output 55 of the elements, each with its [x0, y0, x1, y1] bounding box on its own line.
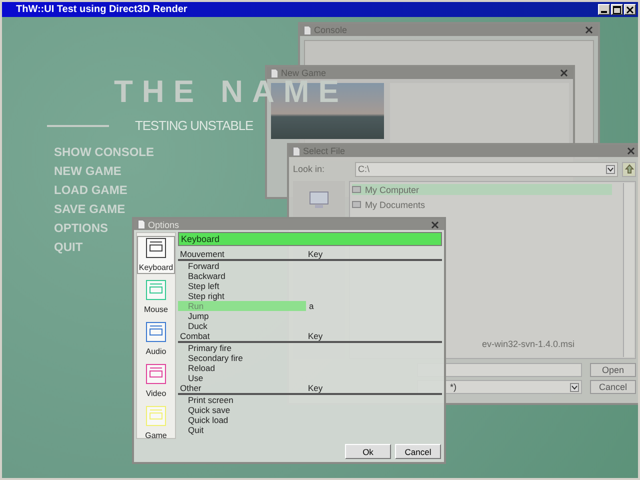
- close-icon: [430, 220, 440, 230]
- column-header: Other: [179, 383, 202, 393]
- window-title: ThW::UI Test using Direct3D Render: [15, 4, 188, 15]
- desktop-icon: [309, 191, 329, 209]
- action-item[interactable]: Print screen: [178, 395, 306, 405]
- action-item[interactable]: Backward: [178, 271, 306, 281]
- action-item[interactable]: Step right: [178, 291, 306, 301]
- action-item[interactable]: Reload: [178, 363, 306, 373]
- maximize-icon: [613, 6, 621, 14]
- action-item[interactable]: Quick load: [178, 415, 306, 425]
- category-item[interactable]: Audio: [144, 320, 168, 358]
- game-subtitle: TESTING UNSTABLE: [135, 118, 254, 133]
- field-label: Look in:: [293, 164, 326, 174]
- action-item[interactable]: Use: [178, 373, 306, 383]
- action-item[interactable]: Quit: [178, 425, 306, 435]
- column-header: Key: [308, 249, 323, 259]
- category-item[interactable]: Keyboard: [136, 236, 176, 274]
- close-icon: [584, 25, 594, 35]
- window-title: Options: [148, 220, 180, 230]
- category-item[interactable]: Game: [143, 404, 169, 442]
- action-item[interactable]: Jump: [178, 311, 306, 321]
- up-folder-button[interactable]: [622, 162, 636, 176]
- minimize-icon: [601, 11, 607, 13]
- close-button[interactable]: [624, 4, 636, 15]
- section-header: Keyboard: [178, 232, 442, 246]
- key-binding: a: [308, 301, 314, 311]
- category-item[interactable]: Video: [144, 362, 168, 400]
- game-title: THE NAME: [114, 74, 348, 110]
- scrollbar[interactable]: [623, 183, 634, 357]
- dialog-button[interactable]: Cancel: [395, 444, 441, 459]
- dialog-button[interactable]: Open: [590, 363, 636, 377]
- category-item[interactable]: Mouse: [142, 278, 170, 316]
- close-icon: [626, 146, 636, 156]
- action-item[interactable]: Quick save: [178, 405, 306, 415]
- dropdown-arrow-icon: [606, 164, 615, 174]
- minimize-button[interactable]: [598, 4, 610, 15]
- arrow-up-icon: [624, 164, 634, 174]
- maximize-button[interactable]: [611, 4, 623, 15]
- close-icon: [626, 6, 634, 14]
- action-item[interactable]: Primary fire: [178, 343, 306, 353]
- decorative-line: [47, 124, 109, 126]
- dropdown-arrow-icon: [570, 382, 579, 392]
- column-header: Key: [308, 331, 323, 341]
- close-icon: [559, 68, 569, 78]
- look-in-dropdown[interactable]: C:\: [355, 162, 618, 176]
- dialog-button[interactable]: Ok: [345, 444, 391, 459]
- column-header: Mouvement: [179, 249, 226, 259]
- dialog-button[interactable]: Cancel: [590, 380, 636, 394]
- action-item[interactable]: Secondary fire: [178, 353, 306, 363]
- file-name: ev-win32-svn-1.4.0.msi: [482, 339, 575, 349]
- action-item[interactable]: Step left: [178, 281, 306, 291]
- column-header: Key: [308, 383, 323, 393]
- action-item[interactable]: Duck: [178, 321, 306, 331]
- column-header: Combat: [179, 331, 211, 341]
- action-item[interactable]: Forward: [178, 261, 306, 271]
